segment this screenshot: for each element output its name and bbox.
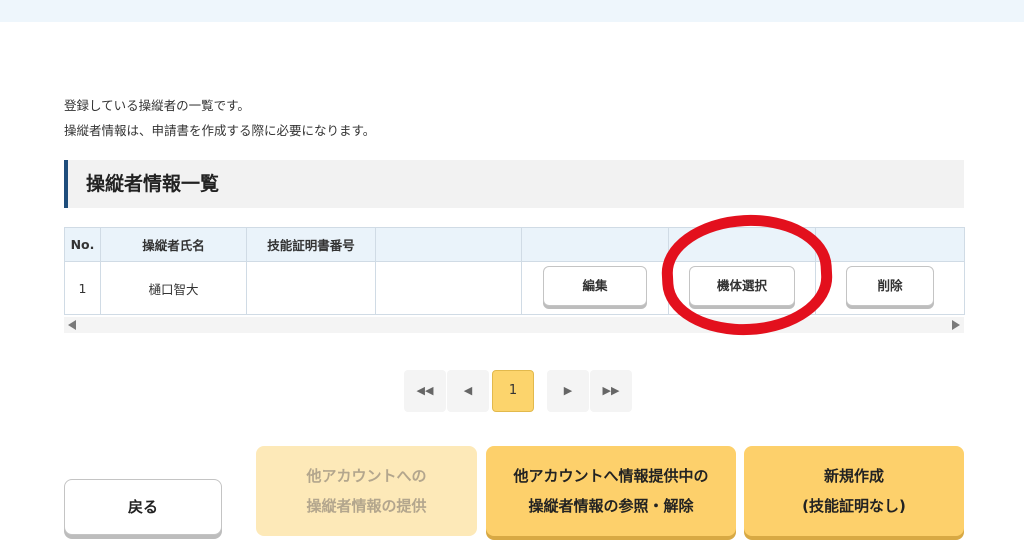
intro-line-2: 操縦者情報は、申請書を作成する際に必要になります。 bbox=[64, 123, 376, 138]
section-title: 操縦者情報一覧 bbox=[64, 160, 964, 208]
operator-table-wrapper: No. 操縦者氏名 技能証明書番号 1 樋口智大 編集 機体選択 削除 bbox=[64, 227, 965, 315]
pagination-current-page[interactable]: 1 bbox=[492, 370, 534, 412]
cell-empty bbox=[375, 261, 522, 315]
horizontal-scrollbar[interactable] bbox=[64, 317, 964, 333]
share-operator-info-button[interactable]: 他アカウントへの 操縦者情報の提供 bbox=[256, 446, 477, 536]
edit-button[interactable]: 編集 bbox=[543, 266, 647, 306]
header-empty-1 bbox=[375, 227, 522, 262]
pagination-prev-button[interactable]: ◀ bbox=[447, 370, 489, 412]
pagination-next-button[interactable]: ▶ bbox=[547, 370, 589, 412]
cell-no: 1 bbox=[64, 261, 101, 315]
top-bar bbox=[0, 0, 1024, 22]
header-no: No. bbox=[64, 227, 101, 262]
create-button-line-2: (技能証明なし) bbox=[802, 497, 906, 515]
share-button-line-1: 他アカウントへの bbox=[306, 467, 427, 485]
intro-line-1: 登録している操縦者の一覧です。 bbox=[64, 98, 250, 113]
cell-delete: 削除 bbox=[815, 261, 965, 315]
header-empty-2 bbox=[521, 227, 669, 262]
shared-button-line-1: 他アカウントへ情報提供中の bbox=[513, 467, 709, 485]
pagination-first-button[interactable]: ◀◀ bbox=[404, 370, 446, 412]
delete-button[interactable]: 削除 bbox=[846, 266, 934, 306]
cell-edit: 編集 bbox=[521, 261, 669, 315]
back-button[interactable]: 戻る bbox=[64, 479, 222, 535]
header-empty-4 bbox=[815, 227, 965, 262]
header-cert-number: 技能証明書番号 bbox=[246, 227, 376, 262]
select-aircraft-button[interactable]: 機体選択 bbox=[689, 266, 795, 306]
cell-cert-number bbox=[246, 261, 376, 315]
shared-info-view-button[interactable]: 他アカウントへ情報提供中の 操縦者情報の参照・解除 bbox=[486, 446, 736, 536]
table-header-row: No. 操縦者氏名 技能証明書番号 bbox=[64, 227, 965, 262]
share-button-line-2: 操縦者情報の提供 bbox=[306, 497, 427, 515]
header-empty-3 bbox=[668, 227, 816, 262]
header-operator-name: 操縦者氏名 bbox=[100, 227, 247, 262]
create-button-line-1: 新規作成 bbox=[823, 467, 884, 485]
operator-table: No. 操縦者氏名 技能証明書番号 1 樋口智大 編集 機体選択 削除 bbox=[64, 227, 965, 315]
pagination-last-button[interactable]: ▶▶ bbox=[590, 370, 632, 412]
intro-text: 登録している操縦者の一覧です。 操縦者情報は、申請書を作成する際に必要になります… bbox=[64, 93, 375, 143]
shared-button-line-2: 操縦者情報の参照・解除 bbox=[528, 497, 694, 515]
table-row: 1 樋口智大 編集 機体選択 削除 bbox=[64, 261, 965, 315]
scroll-right-icon[interactable] bbox=[952, 320, 960, 330]
create-new-button[interactable]: 新規作成 (技能証明なし) bbox=[744, 446, 964, 536]
cell-select-aircraft: 機体選択 bbox=[668, 261, 816, 315]
scroll-left-icon[interactable] bbox=[68, 320, 76, 330]
cell-operator-name: 樋口智大 bbox=[100, 261, 247, 315]
